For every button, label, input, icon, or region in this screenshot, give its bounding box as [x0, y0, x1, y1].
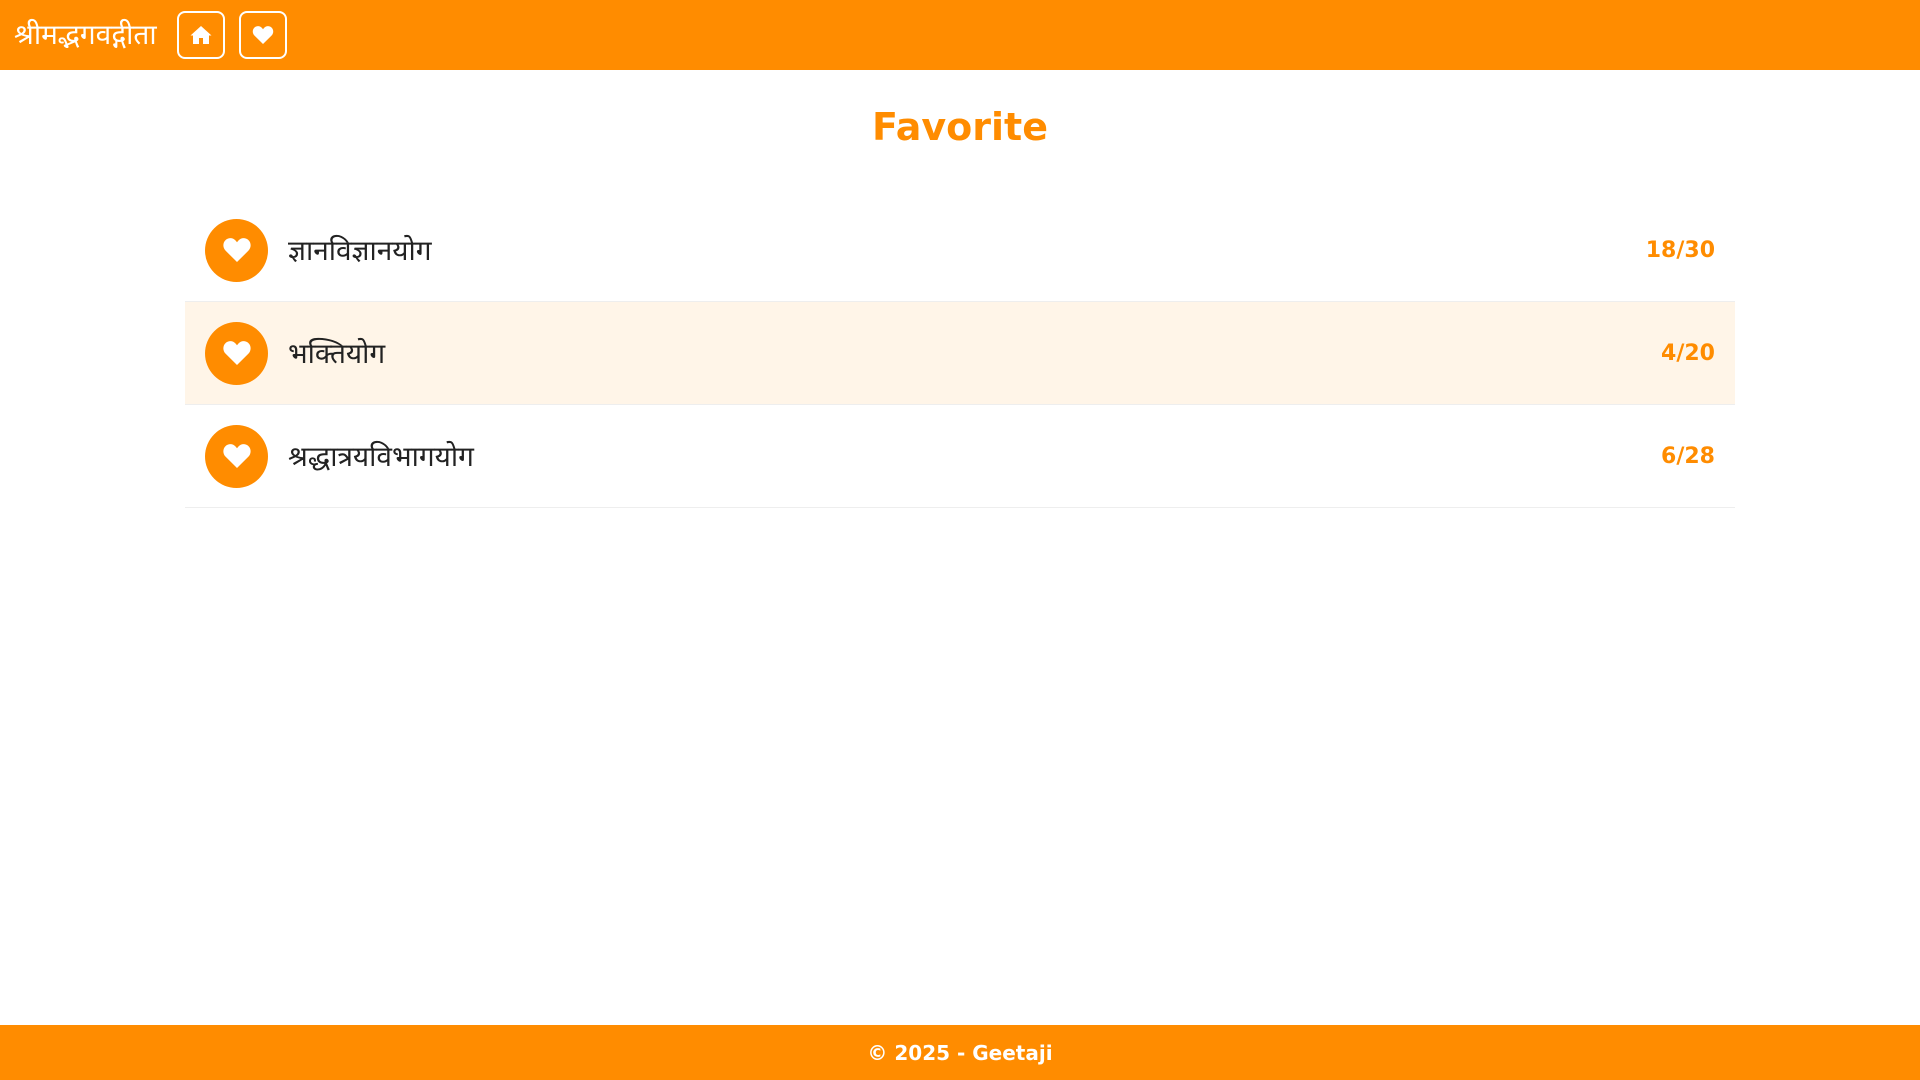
favorites-button[interactable]	[238, 11, 287, 59]
heart-icon	[252, 26, 273, 44]
home-button[interactable]	[176, 11, 225, 59]
chapter-name: ज्ञानविज्ञानयोग	[288, 234, 432, 267]
verse-count: 6/28	[1661, 443, 1715, 469]
footer-copyright: © 2025 - Geetaji	[867, 1040, 1053, 1065]
chapter-name: श्रद्धात्रयविभागयोग	[288, 440, 474, 473]
favorite-heart-button[interactable]	[205, 218, 268, 282]
favorite-item[interactable]: श्रद्धात्रयविभागयोग 6/28	[185, 405, 1735, 508]
heart-icon	[222, 444, 251, 468]
chapter-name: भक्तियोग	[288, 337, 386, 370]
heart-icon	[222, 238, 251, 262]
footer: © 2025 - Geetaji	[0, 1025, 1920, 1080]
favorite-heart-button[interactable]	[205, 424, 268, 488]
heart-icon	[222, 341, 251, 365]
favorites-list: ज्ञानविज्ञानयोग 18/30 भक्तियोग 4/20 श्रद…	[185, 199, 1735, 508]
brand-title[interactable]: श्रीमद्भगवद्गीता	[14, 21, 157, 49]
favorite-heart-button[interactable]	[205, 321, 268, 385]
favorite-item[interactable]: ज्ञानविज्ञानयोग 18/30	[185, 199, 1735, 302]
home-icon	[190, 26, 212, 44]
verse-count: 18/30	[1645, 237, 1715, 263]
top-navbar: श्रीमद्भगवद्गीता	[0, 0, 1920, 70]
page-title: Favorite	[872, 105, 1048, 149]
verse-count: 4/20	[1661, 340, 1715, 366]
favorite-item[interactable]: भक्तियोग 4/20	[185, 302, 1735, 405]
